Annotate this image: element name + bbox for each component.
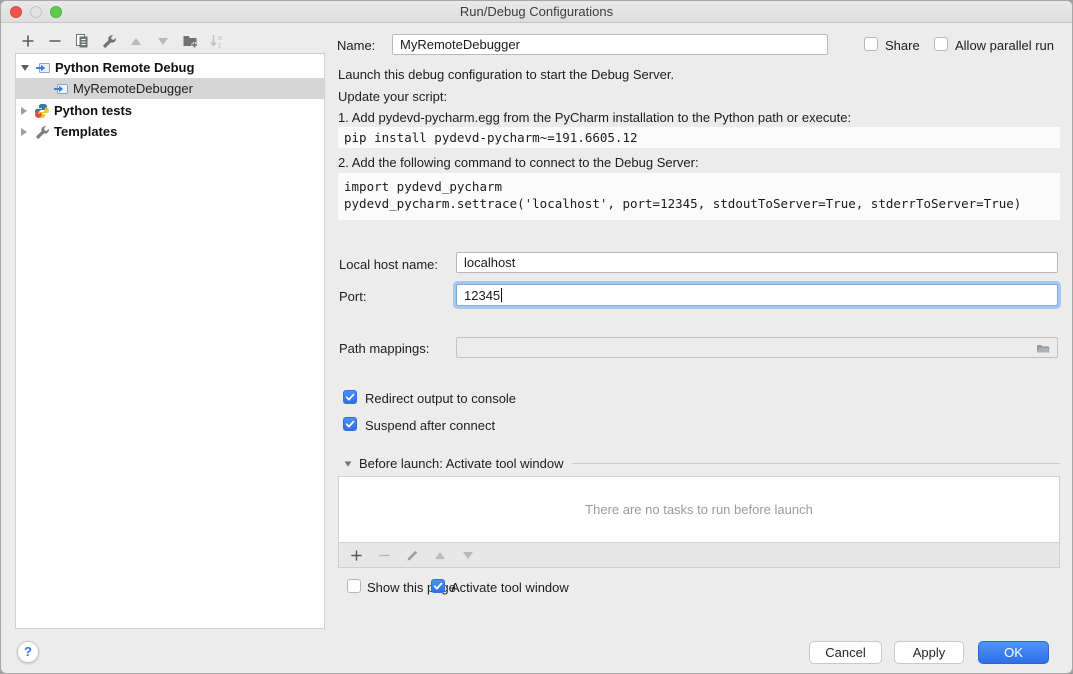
tasks-toolbar	[339, 542, 1059, 567]
tree-item-python-tests[interactable]: Python tests	[16, 100, 324, 121]
chevron-down-icon[interactable]	[21, 65, 29, 71]
tree-item-label: MyRemoteDebugger	[73, 81, 193, 96]
chevron-right-icon[interactable]	[21, 107, 27, 115]
local-host-name-input[interactable]	[456, 252, 1058, 273]
pip-install-code[interactable]: pip install pydevd-pycharm~=191.6605.12	[338, 127, 1060, 148]
before-launch-tasks-panel: There are no tasks to run before launch	[338, 476, 1060, 568]
remove-icon[interactable]	[47, 33, 63, 49]
intro-text: Launch this debug configuration to start…	[338, 67, 674, 82]
edit-task-pencil-icon	[404, 547, 420, 563]
help-button[interactable]: ?	[17, 641, 39, 663]
settrace-code[interactable]: import pydevd_pycharm pydevd_pycharm.set…	[338, 173, 1060, 220]
title-bar[interactable]: Run/Debug Configurations	[1, 1, 1072, 23]
move-up-icon	[128, 33, 144, 49]
minimize-window-icon	[30, 6, 42, 18]
remote-debug-config-icon	[35, 60, 51, 76]
no-tasks-message: There are no tasks to run before launch	[339, 477, 1059, 542]
tree-item-templates[interactable]: Templates	[16, 121, 324, 142]
python-tests-icon	[34, 103, 50, 119]
svg-text:a: a	[218, 35, 222, 42]
redirect-output-label: Redirect output to console	[365, 391, 516, 406]
configurations-toolbar: a z	[20, 33, 225, 49]
new-folder-icon[interactable]	[182, 33, 198, 49]
allow-parallel-run-checkbox[interactable]	[934, 37, 948, 51]
tree-item-label: Python tests	[54, 103, 132, 118]
tree-item-label: Python Remote Debug	[55, 60, 194, 75]
activate-tool-window-checkbox[interactable]	[431, 579, 445, 593]
configurations-tree: Python Remote Debug MyRemoteDebugger	[15, 53, 325, 629]
templates-wrench-icon	[34, 124, 50, 140]
tree-item-python-remote-debug[interactable]: Python Remote Debug	[16, 57, 324, 78]
edit-templates-wrench-icon[interactable]	[101, 33, 117, 49]
window-title: Run/Debug Configurations	[1, 1, 1072, 22]
move-task-up-icon	[432, 547, 448, 563]
move-down-icon	[155, 33, 171, 49]
ok-button[interactable]: OK	[978, 641, 1049, 664]
path-mappings-input[interactable]	[456, 337, 1058, 358]
before-launch-label: Before launch: Activate tool window	[359, 456, 564, 471]
before-launch-section-header[interactable]: Before launch: Activate tool window	[338, 456, 1060, 471]
name-label: Name:	[337, 38, 375, 53]
settrace-code-line2: pydevd_pycharm.settrace('localhost', por…	[344, 195, 1060, 212]
step2-text: 2. Add the following command to connect …	[338, 155, 699, 170]
move-task-down-icon	[460, 547, 476, 563]
tree-item-label: Templates	[54, 124, 117, 139]
path-mappings-label: Path mappings:	[339, 341, 429, 356]
port-label: Port:	[339, 289, 366, 304]
allow-parallel-run-label: Allow parallel run	[955, 38, 1054, 53]
show-this-page-checkbox[interactable]	[347, 579, 361, 593]
cancel-button[interactable]: Cancel	[809, 641, 882, 664]
chevron-right-icon[interactable]	[21, 128, 27, 136]
remove-task-icon	[376, 547, 392, 563]
add-task-icon[interactable]	[348, 547, 364, 563]
add-icon[interactable]	[20, 33, 36, 49]
apply-button[interactable]: Apply	[894, 641, 964, 664]
suspend-after-connect-label: Suspend after connect	[365, 418, 495, 433]
share-label: Share	[885, 38, 920, 53]
redirect-output-checkbox[interactable]	[343, 390, 357, 404]
tree-item-myremotedebugger[interactable]: MyRemoteDebugger	[16, 78, 324, 99]
browse-folder-icon[interactable]	[1035, 340, 1051, 356]
update-script-text: Update your script:	[338, 89, 447, 104]
run-debug-configurations-dialog: Run/Debug Configurations	[0, 0, 1073, 674]
port-value: 12345	[464, 288, 500, 303]
collapse-section-icon[interactable]	[345, 461, 352, 466]
text-caret	[501, 288, 502, 302]
remote-debug-config-icon	[53, 81, 69, 97]
zoom-window-icon[interactable]	[50, 6, 62, 18]
suspend-after-connect-checkbox[interactable]	[343, 417, 357, 431]
port-input[interactable]: 12345	[456, 284, 1058, 306]
settrace-code-line1: import pydevd_pycharm	[344, 178, 1060, 195]
local-host-name-label: Local host name:	[339, 257, 438, 272]
copy-configuration-icon[interactable]	[74, 33, 90, 49]
activate-tool-window-label: Activate tool window	[451, 580, 569, 595]
svg-text:z: z	[218, 43, 222, 50]
name-input[interactable]	[392, 34, 828, 55]
share-checkbox[interactable]	[864, 37, 878, 51]
step1-text: 1. Add pydevd-pycharm.egg from the PyCha…	[338, 110, 851, 125]
sort-alphabetically-icon: a z	[209, 33, 225, 49]
close-window-icon[interactable]	[10, 6, 22, 18]
section-divider	[572, 463, 1060, 464]
